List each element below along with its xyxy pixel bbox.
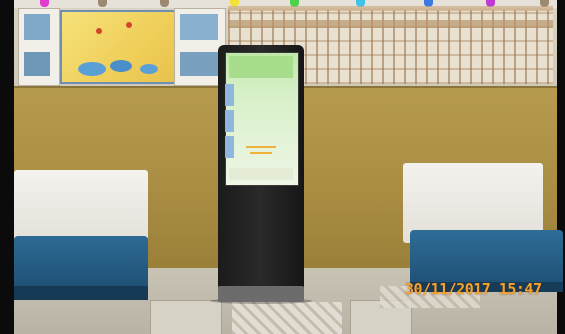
left-sofa-seat [14, 236, 148, 292]
poster-icon [180, 14, 218, 40]
map-poster [60, 10, 176, 84]
sofa-icon [14, 170, 148, 240]
map-region [110, 60, 132, 72]
ceiling-decoration [160, 0, 169, 7]
map-region [78, 62, 106, 76]
timestamp-overlay: 30/11/2017 15:47 [405, 280, 542, 298]
kiosk-screen-footer [229, 168, 293, 180]
map-region [140, 64, 158, 74]
ceiling-decoration [40, 0, 49, 7]
lattice-beam [228, 20, 553, 28]
poster-icon [24, 52, 50, 76]
poster-icon [180, 52, 218, 76]
kiosk-screen-text [246, 146, 276, 148]
lattice-beam [228, 6, 553, 11]
left-black-bar [0, 0, 14, 334]
poster-icon [24, 14, 50, 40]
floor-tile [150, 300, 222, 334]
kiosk-screen-header [229, 56, 293, 78]
photo-scene: 30/11/2017 15:47 [0, 0, 565, 334]
kiosk-screen-tile [225, 110, 234, 132]
kiosk-screen-tile [225, 84, 234, 106]
left-sofa-base [14, 286, 148, 300]
floor-pattern [232, 302, 342, 334]
ceiling-decoration [98, 0, 107, 7]
map-marker [96, 28, 102, 34]
kiosk-screen-text [250, 152, 272, 154]
map-marker [126, 22, 132, 28]
kiosk-screen-tile [225, 136, 234, 158]
kiosk-base [218, 286, 304, 302]
